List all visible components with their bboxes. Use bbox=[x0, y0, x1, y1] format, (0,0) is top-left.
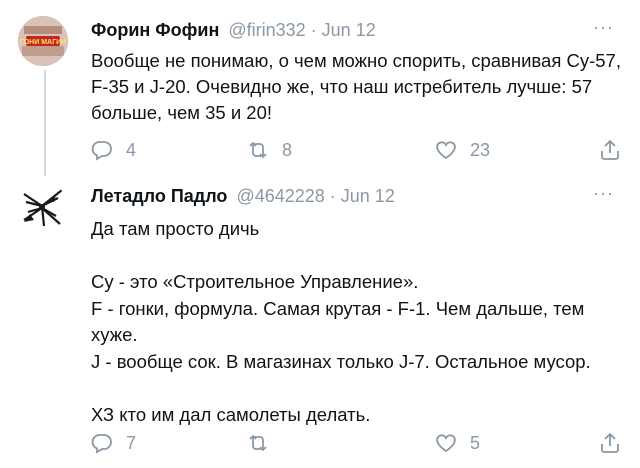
more-icon[interactable]: ··· bbox=[593, 18, 614, 36]
share-icon bbox=[601, 432, 619, 453]
reply-count: 7 bbox=[126, 432, 137, 453]
share-button[interactable] bbox=[598, 431, 622, 455]
tweet-2[interactable]: Летадло Падло @4642228 · Jun 12 ··· Да т… bbox=[0, 180, 640, 468]
handle-date[interactable]: @4642228 · Jun 12 bbox=[236, 186, 394, 206]
tweet-header: Форин Фофин @firin332 · Jun 12 bbox=[91, 20, 376, 41]
handle-date[interactable]: @firin332 · Jun 12 bbox=[228, 20, 375, 40]
retweet-icon bbox=[249, 141, 267, 159]
like-icon bbox=[436, 141, 456, 160]
author-name[interactable]: Летадло Падло bbox=[91, 186, 227, 206]
reply-count: 4 bbox=[126, 139, 137, 160]
retweet-icon bbox=[249, 434, 267, 452]
retweet-button[interactable] bbox=[246, 431, 282, 455]
avatar-logo-text: ГОНИ МАГИИ bbox=[20, 39, 66, 46]
avatar[interactable]: ГОНИ МАГИИ bbox=[18, 16, 68, 66]
avatar-image bbox=[23, 189, 63, 227]
like-button[interactable]: 5 bbox=[434, 431, 480, 455]
retweet-count: 8 bbox=[282, 139, 293, 160]
tweet-1[interactable]: ГОНИ МАГИИ Форин Фофин @firin332 · Jun 1… bbox=[0, 0, 640, 180]
like-icon bbox=[436, 434, 456, 453]
avatar[interactable] bbox=[18, 182, 68, 232]
avatar-image: ГОНИ МАГИИ bbox=[18, 16, 68, 66]
tweet-header: Летадло Падло @4642228 · Jun 12 bbox=[91, 186, 395, 207]
like-count: 5 bbox=[470, 432, 481, 453]
reply-button[interactable]: 7 bbox=[90, 431, 136, 455]
share-icon bbox=[601, 139, 619, 160]
tweet-text: Вообще не понимаю, о чем можно спорить, … bbox=[91, 50, 627, 123]
share-button[interactable] bbox=[598, 138, 622, 162]
thread-line bbox=[44, 70, 46, 176]
reply-button[interactable]: 4 bbox=[90, 138, 136, 162]
more-icon[interactable]: ··· bbox=[593, 184, 614, 202]
reply-icon bbox=[91, 141, 112, 161]
tweet-text: Да там просто дичь Су - это «Строительно… bbox=[91, 218, 591, 425]
like-count: 23 bbox=[470, 139, 491, 160]
reply-icon bbox=[91, 434, 112, 454]
retweet-button[interactable]: 8 bbox=[246, 138, 292, 162]
like-button[interactable]: 23 bbox=[434, 138, 490, 162]
author-name[interactable]: Форин Фофин bbox=[91, 20, 219, 40]
